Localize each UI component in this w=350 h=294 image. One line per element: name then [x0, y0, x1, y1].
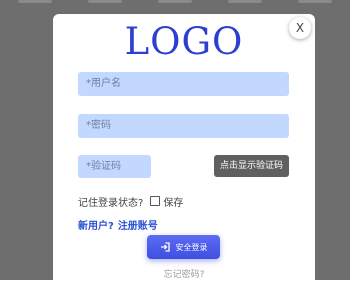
background-nav-item — [18, 0, 52, 3]
forgot-password-label[interactable]: 忘记密码? — [164, 270, 205, 280]
captcha-input[interactable]: *验证码 — [78, 155, 151, 178]
forgot-password-link[interactable]: 忘记密码? — [53, 267, 315, 280]
remember-question: 记住登录状态? — [78, 197, 144, 209]
background-nav-item — [228, 0, 262, 3]
background-nav-item — [298, 0, 332, 3]
password-input[interactable]: *密码 — [78, 114, 289, 138]
logo: LOGO — [124, 20, 244, 63]
username-input[interactable]: *用户名 — [78, 72, 289, 96]
remember-row: 记住登录状态? 保存 — [78, 194, 183, 209]
remember-checkbox[interactable] — [150, 196, 161, 206]
show-captcha-button[interactable]: 点击显示验证码 — [214, 155, 289, 177]
login-button-label: 安全登录 — [175, 242, 208, 252]
new-user-text: 新用户? — [78, 221, 114, 232]
remember-label[interactable]: 保存 — [163, 194, 183, 209]
register-link[interactable]: 注册账号 — [118, 221, 158, 232]
login-button[interactable]: 安全登录 — [147, 235, 220, 259]
background-nav-item — [158, 0, 192, 3]
register-row: 新用户? 注册账号 — [78, 217, 158, 232]
background-nav — [0, 0, 350, 4]
background-nav-item — [88, 0, 122, 3]
login-arrow-icon — [160, 242, 170, 252]
